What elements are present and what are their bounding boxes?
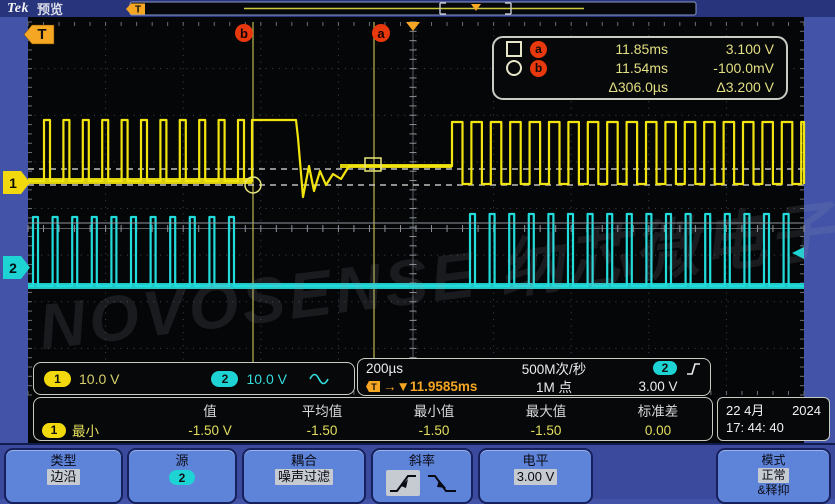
cursor-b-label: b	[530, 60, 547, 77]
menu-mode-value: 正常	[758, 468, 788, 483]
trigger-row: T →▼11.9585ms 1M 点 3.00 V	[366, 377, 702, 395]
cursor-a-label: a	[530, 41, 547, 58]
menu-coupling-label: 耦合	[291, 453, 317, 469]
cursor-delta-row: Δ306.0µs Δ3.200 V	[506, 77, 774, 96]
trigger-source-badge: 2	[653, 361, 677, 375]
menu-level-label: 电平	[522, 453, 548, 469]
cursor-a-square-icon	[506, 41, 522, 57]
menu-type-value: 边沿	[47, 469, 79, 485]
trigger-slope-icon	[685, 361, 702, 376]
menu-coupling-button[interactable]: 耦合 噪声过滤	[242, 448, 366, 504]
trigger-position-prefix: →▼	[383, 379, 410, 394]
menu-coupling-value: 噪声过滤	[275, 469, 333, 485]
cursor-a-volt: 3.100 V	[668, 41, 774, 57]
meas-header-mean: 平均值	[266, 400, 378, 420]
meas-mean: -1.50	[266, 423, 378, 438]
svg-text:2: 2	[9, 260, 17, 276]
trigger-position: 11.9585ms	[410, 379, 478, 394]
year-label: 2024	[792, 402, 821, 419]
menu-mode-button[interactable]: 模式 正常 &释抑	[716, 448, 831, 504]
soft-menu-bar: 类型 边沿 源 2 耦合 噪声过滤 斜率 电平 3.00 V 模式 正常 &释抑	[0, 443, 835, 499]
cursor-b-row: b 11.54ms -100.0mV	[506, 59, 774, 78]
datetime-box: 22 4月 2024 17: 44: 40	[717, 397, 830, 441]
menu-type-label: 类型	[50, 453, 76, 469]
cursor-a-time: 11.85ms	[562, 41, 668, 57]
record-length: 1M 点	[494, 376, 614, 396]
cursor-readout-box: a 11.85ms 3.100 V b 11.54ms -100.0mV Δ30…	[492, 36, 788, 100]
trigger-flag-small-icon: T	[366, 380, 381, 393]
meas-header-max: 最大值	[490, 400, 602, 420]
ch1-badge[interactable]: 1	[44, 371, 71, 387]
meas-max: -1.50	[490, 423, 602, 438]
menu-level-button[interactable]: 电平 3.00 V	[478, 448, 593, 504]
rising-slope-icon	[386, 470, 420, 496]
date-label: 22 4月	[726, 402, 764, 419]
ch2-ground-marker[interactable]: 2	[3, 256, 30, 279]
cursor-b-volt: -100.0mV	[668, 60, 774, 76]
menu-level-value: 3.00 V	[514, 469, 558, 485]
menu-slope-label: 斜率	[409, 453, 435, 469]
sample-rate: 500M次/秒	[494, 358, 614, 378]
oscilloscope-screen: { "header": { "brand": "Tek", "mode": "预…	[0, 0, 835, 497]
menu-slope-button[interactable]: 斜率	[371, 448, 473, 504]
ch1-scale: 10.0 V	[79, 371, 119, 387]
meas-name: 最小	[72, 420, 99, 440]
channel-scale-readout: 1 10.0 V 2 10.0 V	[33, 362, 355, 395]
timebase-scale: 200µs	[366, 361, 494, 376]
falling-slope-icon	[426, 471, 458, 495]
svg-text:1: 1	[9, 175, 17, 191]
cursor-delta-volt: Δ3.200 V	[668, 79, 774, 95]
horizontal-row: 200µs 500M次/秒 2	[366, 359, 702, 377]
menu-source-label: 源	[175, 453, 188, 469]
time-label: 17: 44: 40	[726, 419, 784, 436]
title-bar: Tek 预览	[0, 0, 835, 17]
cursor-delta-time: Δ306.0µs	[562, 79, 668, 95]
ac-coupling-icon	[309, 372, 329, 386]
trigger-level: 3.00 V	[614, 379, 702, 394]
meas-header-stddev: 标准差	[602, 400, 714, 420]
measurement-bar: 值 平均值 最小值 最大值 标准差 1 最小 -1.50 V -1.50 -1.…	[33, 397, 713, 441]
ch1-ground-marker[interactable]: 1	[3, 171, 30, 194]
ch2-scale: 10.0 V	[246, 371, 286, 387]
menu-mode-label: 模式	[761, 453, 785, 468]
meas-min: -1.50	[378, 423, 490, 438]
ch2-badge[interactable]: 2	[211, 371, 238, 387]
acquisition-mode-label: 预览	[37, 0, 63, 18]
menu-source-value: 2	[169, 470, 195, 485]
cursor-b-time: 11.54ms	[562, 60, 668, 76]
cursor-b-circle-icon	[506, 60, 522, 76]
horizontal-trigger-readout: 200µs 500M次/秒 2 T →▼11.9585ms 1M 点 3.00 …	[357, 358, 711, 396]
svg-text:T: T	[371, 382, 377, 392]
meas-value: -1.50 V	[154, 423, 266, 438]
meas-header-min: 最小值	[378, 400, 490, 420]
meas-stddev: 0.00	[602, 423, 714, 438]
menu-source-button[interactable]: 源 2	[127, 448, 237, 504]
menu-type-button[interactable]: 类型 边沿	[4, 448, 123, 504]
cursor-a-row: a 11.85ms 3.100 V	[506, 40, 774, 59]
brand-logo: Tek	[7, 1, 29, 17]
meas-header-value: 值	[154, 400, 266, 420]
meas-source-badge: 1	[42, 423, 66, 438]
menu-mode-value2: &释抑	[757, 483, 789, 498]
